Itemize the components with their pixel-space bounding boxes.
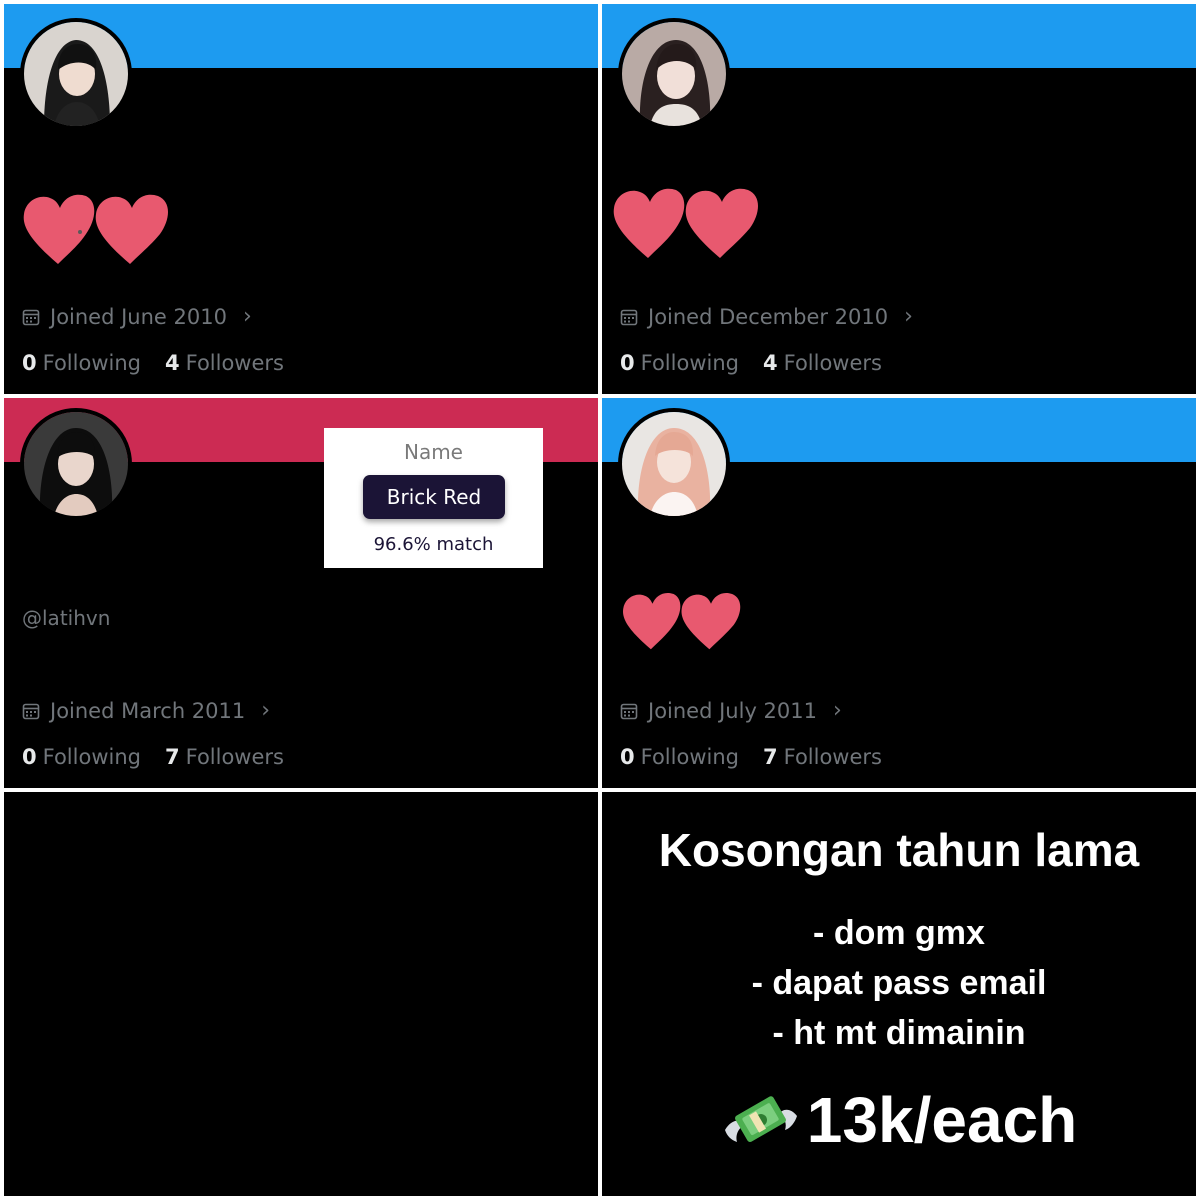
followers-link[interactable]: 7 Followers bbox=[165, 745, 284, 769]
profile-card-1: Joined June 2010 › 0 Following 4 Followers bbox=[4, 4, 598, 394]
following-link[interactable]: 0 Following bbox=[620, 351, 739, 375]
promo-title: Kosongan tahun lama bbox=[658, 824, 1140, 876]
profile-card-4: Joined July 2011 › 0 Following 7 Followers bbox=[602, 398, 1196, 788]
price-text: 13k/each bbox=[806, 1084, 1078, 1156]
followers-link[interactable]: 4 Followers bbox=[763, 351, 882, 375]
promo-item: - dom gmx bbox=[813, 914, 985, 952]
joined-text: Joined March 2011 bbox=[50, 698, 246, 723]
color-name-card: Name Brick Red 96.6% match bbox=[324, 428, 543, 568]
chevron-right-icon[interactable]: › bbox=[243, 304, 252, 329]
follow-stats: 0 Following 7 Followers bbox=[22, 745, 284, 769]
follow-stats: 0 Following 4 Followers bbox=[22, 351, 284, 375]
joined-date: Joined December 2010 › bbox=[620, 304, 913, 329]
joined-text: Joined December 2010 bbox=[648, 304, 889, 329]
followers-link[interactable]: 4 Followers bbox=[165, 351, 284, 375]
calendar-icon bbox=[620, 309, 638, 325]
following-link[interactable]: 0 Following bbox=[22, 351, 141, 375]
joined-date: Joined July 2011 › bbox=[620, 698, 842, 723]
following-link[interactable]: 0 Following bbox=[620, 745, 739, 769]
calendar-icon bbox=[22, 309, 40, 325]
color-name-pill: Brick Red bbox=[363, 475, 505, 519]
profile-avatar[interactable] bbox=[20, 408, 132, 520]
chevron-right-icon[interactable]: › bbox=[261, 698, 270, 723]
joined-date: Joined March 2011 › bbox=[22, 698, 270, 723]
joined-text: Joined June 2010 bbox=[50, 304, 227, 329]
color-card-label: Name bbox=[403, 440, 463, 464]
heart-sticker-icon bbox=[620, 588, 750, 660]
chevron-right-icon[interactable]: › bbox=[833, 698, 842, 723]
profile-handle: @latihvn bbox=[22, 606, 111, 630]
money-with-wings-icon bbox=[724, 1096, 797, 1143]
heart-sticker-icon bbox=[610, 184, 770, 258]
calendar-icon bbox=[22, 703, 40, 719]
profile-avatar[interactable] bbox=[618, 18, 730, 130]
empty-panel bbox=[4, 792, 598, 1196]
follow-stats: 0 Following 4 Followers bbox=[620, 351, 882, 375]
joined-text: Joined July 2011 bbox=[648, 698, 817, 723]
promo-list: - dom gmx - dapat pass email - ht mt dim… bbox=[602, 908, 1196, 1058]
profile-card-2: Joined December 2010 › 0 Following 4 Follo… bbox=[602, 4, 1196, 394]
follow-stats: 0 Following 7 Followers bbox=[620, 745, 882, 769]
promo-item: - ht mt dimainin bbox=[772, 1014, 1026, 1052]
followers-link[interactable]: 7 Followers bbox=[763, 745, 882, 769]
promo-price-row: 13k/each bbox=[602, 1080, 1196, 1160]
profile-avatar[interactable] bbox=[618, 408, 730, 520]
joined-date: Joined June 2010 › bbox=[22, 304, 252, 329]
calendar-icon bbox=[620, 703, 638, 719]
promo-item: - dapat pass email bbox=[751, 964, 1047, 1002]
following-link[interactable]: 0 Following bbox=[22, 745, 141, 769]
profile-avatar[interactable] bbox=[20, 18, 132, 130]
chevron-right-icon[interactable]: › bbox=[904, 304, 913, 329]
color-match-text: 96.6% match bbox=[373, 534, 494, 555]
heart-sticker-icon bbox=[20, 190, 180, 264]
